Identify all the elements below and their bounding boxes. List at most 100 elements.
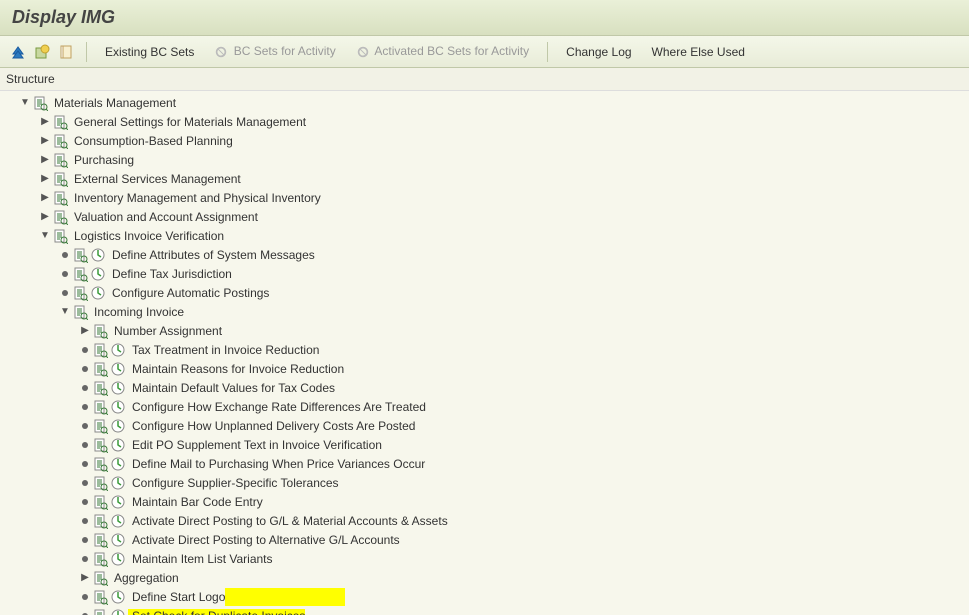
- tree-node-label[interactable]: Define Tax Jurisdiction: [108, 267, 232, 281]
- img-activity-doc-icon[interactable]: [92, 532, 108, 548]
- tree-node-label[interactable]: Logistics Invoice Verification: [70, 229, 224, 243]
- activated-bc-sets-button[interactable]: Activated BC Sets for Activity: [350, 42, 535, 61]
- execute-icon[interactable]: [110, 532, 126, 548]
- tree-row[interactable]: Edit PO Supplement Text in Invoice Verif…: [0, 435, 969, 454]
- execute-icon[interactable]: [110, 589, 126, 605]
- img-activity-doc-icon[interactable]: [92, 437, 108, 453]
- img-activity-doc-icon[interactable]: [92, 342, 108, 358]
- collapse-icon[interactable]: ▼: [58, 305, 72, 319]
- img-activity-doc-icon[interactable]: [92, 570, 108, 586]
- tree-node-label[interactable]: Maintain Reasons for Invoice Reduction: [128, 362, 344, 376]
- tree-node-label[interactable]: Consumption-Based Planning: [70, 134, 233, 148]
- execute-icon[interactable]: [90, 285, 106, 301]
- img-activity-doc-icon[interactable]: [92, 608, 108, 615]
- execute-icon[interactable]: [90, 266, 106, 282]
- tree-row[interactable]: Maintain Default Values for Tax Codes: [0, 378, 969, 397]
- expand-icon[interactable]: ▶: [38, 115, 52, 129]
- expand-icon[interactable]: ▶: [38, 210, 52, 224]
- tree-row[interactable]: Maintain Bar Code Entry: [0, 492, 969, 511]
- img-activity-doc-icon[interactable]: [92, 589, 108, 605]
- tree-row[interactable]: ▶ Consumption-Based Planning: [0, 131, 969, 150]
- tree-row[interactable]: Configure How Exchange Rate Differences …: [0, 397, 969, 416]
- tree-row[interactable]: ▶ General Settings for Materials Manageme…: [0, 112, 969, 131]
- tree-row[interactable]: Activate Direct Posting to Alternative G…: [0, 530, 969, 549]
- tree-row[interactable]: Set Check for Duplicate Invoices: [0, 606, 969, 615]
- tree-node-label[interactable]: Maintain Item List Variants: [128, 552, 273, 566]
- tree-node-label[interactable]: Configure Automatic Postings: [108, 286, 269, 300]
- tree-row[interactable]: ▼Materials Management: [0, 93, 969, 112]
- tree-node-label[interactable]: Incoming Invoice: [90, 305, 184, 319]
- execute-icon[interactable]: [110, 494, 126, 510]
- img-activity-doc-icon[interactable]: [92, 418, 108, 434]
- tree-row[interactable]: Tax Treatment in Invoice Reduction: [0, 340, 969, 359]
- tree-row[interactable]: Define Start Logo: [0, 587, 969, 606]
- execute-icon[interactable]: [110, 456, 126, 472]
- img-activity-doc-icon[interactable]: [52, 190, 68, 206]
- expand-favorites-icon[interactable]: [10, 44, 26, 60]
- tree-node-label[interactable]: Inventory Management and Physical Invent…: [70, 191, 321, 205]
- tree-row[interactable]: ▼ Incoming Invoice: [0, 302, 969, 321]
- tree-row[interactable]: ▶ Inventory Management and Physical Inven…: [0, 188, 969, 207]
- tree-row[interactable]: Define Mail to Purchasing When Price Var…: [0, 454, 969, 473]
- img-activity-doc-icon[interactable]: [52, 171, 68, 187]
- tree-node-label[interactable]: Configure How Unplanned Delivery Costs A…: [128, 419, 415, 433]
- expand-icon[interactable]: ▶: [38, 172, 52, 186]
- execute-icon[interactable]: [110, 608, 126, 615]
- bc-sets-for-activity-button[interactable]: BC Sets for Activity: [208, 42, 341, 61]
- tree-row[interactable]: ▶Aggregation: [0, 568, 969, 587]
- img-activity-doc-icon[interactable]: [92, 456, 108, 472]
- tree-row[interactable]: Configure How Unplanned Delivery Costs A…: [0, 416, 969, 435]
- img-activity-doc-icon[interactable]: [52, 114, 68, 130]
- tree-row[interactable]: ▶External Services Management: [0, 169, 969, 188]
- img-activity-doc-icon[interactable]: [92, 513, 108, 529]
- img-activity-doc-icon[interactable]: [72, 266, 88, 282]
- tree-node-label[interactable]: Valuation and Account Assignment: [70, 210, 258, 224]
- expand-icon[interactable]: ▶: [38, 191, 52, 205]
- add-favorites-icon[interactable]: [34, 44, 50, 60]
- tree-row[interactable]: Define Tax Jurisdiction: [0, 264, 969, 283]
- execute-icon[interactable]: [110, 475, 126, 491]
- execute-icon[interactable]: [110, 437, 126, 453]
- expand-icon[interactable]: ▶: [38, 134, 52, 148]
- existing-bc-sets-button[interactable]: Existing BC Sets: [99, 43, 200, 61]
- execute-icon[interactable]: [110, 551, 126, 567]
- tree-node-label[interactable]: Configure How Exchange Rate Differences …: [128, 400, 426, 414]
- img-activity-doc-icon[interactable]: [92, 494, 108, 510]
- tree-node-label[interactable]: Activate Direct Posting to G/L & Materia…: [128, 514, 448, 528]
- collapse-icon[interactable]: ▼: [38, 229, 52, 243]
- img-activity-doc-icon[interactable]: [72, 247, 88, 263]
- tree-node-label[interactable]: Aggregation: [110, 571, 179, 585]
- img-activity-doc-icon[interactable]: [52, 133, 68, 149]
- tree-row[interactable]: Activate Direct Posting to G/L & Materia…: [0, 511, 969, 530]
- img-activity-doc-icon[interactable]: [92, 399, 108, 415]
- change-log-button[interactable]: Change Log: [560, 43, 637, 61]
- img-activity-doc-icon[interactable]: [52, 228, 68, 244]
- tree-row[interactable]: ▶ Valuation and Account Assignment: [0, 207, 969, 226]
- tree-node-label[interactable]: Activate Direct Posting to Alternative G…: [128, 533, 400, 547]
- tree-node-label[interactable]: Set Check for Duplicate Invoices: [128, 609, 305, 615]
- img-activity-doc-icon[interactable]: [92, 475, 108, 491]
- tree-row[interactable]: ▶Number Assignment: [0, 321, 969, 340]
- tree-node-label[interactable]: Define Mail to Purchasing When Price Var…: [128, 457, 425, 471]
- tree-node-label[interactable]: Edit PO Supplement Text in Invoice Verif…: [128, 438, 382, 452]
- tree-row[interactable]: Maintain Reasons for Invoice Reduction: [0, 359, 969, 378]
- tree-row[interactable]: Configure Supplier-Specific Tolerances: [0, 473, 969, 492]
- tree-node-label[interactable]: Number Assignment: [110, 324, 222, 338]
- execute-icon[interactable]: [110, 380, 126, 396]
- img-activity-doc-icon[interactable]: [52, 209, 68, 225]
- tree-node-label[interactable]: Configure Supplier-Specific Tolerances: [128, 476, 339, 490]
- tree-node-label[interactable]: General Settings for Materials Managemen…: [70, 115, 306, 129]
- expand-icon[interactable]: ▶: [38, 153, 52, 167]
- tree-node-label[interactable]: Purchasing: [70, 153, 134, 167]
- tree-node-label[interactable]: Define Start Logo: [128, 590, 225, 604]
- where-else-used-button[interactable]: Where Else Used: [646, 43, 751, 61]
- tree-node-label[interactable]: Maintain Bar Code Entry: [128, 495, 263, 509]
- tree-row[interactable]: Configure Automatic Postings: [0, 283, 969, 302]
- tree-node-label[interactable]: Define Attributes of System Messages: [108, 248, 315, 262]
- img-activity-doc-icon[interactable]: [72, 304, 88, 320]
- execute-icon[interactable]: [90, 247, 106, 263]
- tree-row[interactable]: ▼ Logistics Invoice Verification: [0, 226, 969, 245]
- tree-node-label[interactable]: Tax Treatment in Invoice Reduction: [128, 343, 319, 357]
- tree-node-label[interactable]: Maintain Default Values for Tax Codes: [128, 381, 335, 395]
- img-activity-doc-icon[interactable]: [92, 323, 108, 339]
